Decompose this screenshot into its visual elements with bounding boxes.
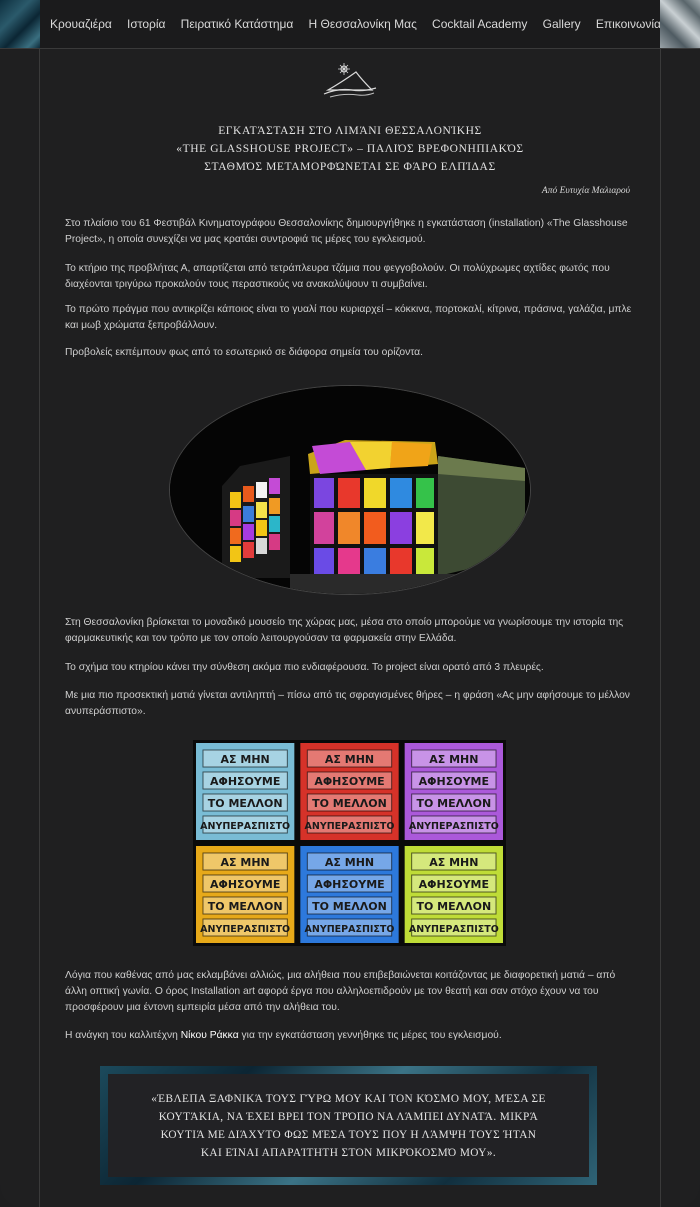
sign-text: ΤΟ ΜΕΛΛΟΝ	[416, 900, 491, 913]
sign-panel: ΑΣ ΜΗΝ ΑΦΗΣΟΥΜΕ ΤΟ ΜΕΛΛΟΝ ΑΝΥΠΕΡΑΣΠΙΣΤΟ	[196, 743, 295, 840]
nav-item-gallery[interactable]: Gallery	[543, 17, 581, 31]
ship-logo-icon	[323, 63, 377, 98]
nav-corner-decoration-right	[660, 0, 700, 48]
glasshouse-photo	[170, 386, 530, 594]
sign-text: ΑΣ ΜΗΝ	[325, 856, 374, 869]
artist-name-link[interactable]: Νίκου Ράκκα	[181, 1030, 239, 1041]
sign-panel: ΑΣ ΜΗΝ ΑΦΗΣΟΥΜΕ ΤΟ ΜΕΛΛΟΝ ΑΝΥΠΕΡΑΣΠΙΣΤΟ	[300, 846, 399, 943]
sign-text: ΑΣ ΜΗΝ	[429, 856, 478, 869]
title-line: «The Glasshouse Project» – Παλιός Βρεφον…	[176, 143, 524, 155]
paragraph: Λόγια που καθένας από μας εκλαμβάνει αλλ…	[65, 970, 616, 1013]
article-author: Από Ευτυχία Μαλιαρού	[541, 186, 630, 196]
top-navigation: Κρουαζιέρα Ιστορία Πειρατικό Κατάστημα Η…	[0, 0, 700, 49]
left-rail	[39, 48, 40, 1207]
paragraph: Στη Θεσσαλονίκη βρίσκεται το μοναδικό μο…	[65, 617, 624, 644]
sign-text: ΑΝΥΠΕΡΑΣΠΙΣΤΟ	[305, 924, 395, 935]
sign-panel: ΑΣ ΜΗΝ ΑΦΗΣΟΥΜΕ ΤΟ ΜΕΛΛΟΝ ΑΝΥΠΕΡΑΣΠΙΣΤΟ	[300, 743, 399, 840]
sign-text: ΑΣ ΜΗΝ	[325, 753, 374, 766]
paragraph: Το σχήμα του κτηρίου κάνει την σύνθεση α…	[65, 662, 544, 673]
quote-line: κουτιά με διάχυτο φως μέσα τους που η λά…	[160, 1128, 537, 1141]
nav-menu: Κρουαζιέρα Ιστορία Πειρατικό Κατάστημα Η…	[40, 0, 661, 48]
paragraph: Στο πλαίσιο του 61 Φεστιβάλ Κινηματογράφ…	[65, 218, 628, 245]
sign-text: ΑΝΥΠΕΡΑΣΠΙΣΤΟ	[200, 924, 290, 935]
artist-text-before: Η ανάγκη του καλλιτέχνη	[65, 1030, 181, 1041]
sign-text: ΑΝΥΠΕΡΑΣΠΙΣΤΟ	[409, 821, 499, 832]
quote-box: «Έβλεπα ξαφνικά τους γύρω μου και τον κό…	[100, 1066, 597, 1185]
artist-paragraph: Η ανάγκη του καλλιτέχνη Νίκου Ράκκα για …	[65, 1028, 640, 1044]
sign-text: ΑΦΗΣΟΥΜΕ	[419, 878, 489, 891]
paragraph: Το πρώτο πράγμα που αντικρίζει κάποιος ε…	[65, 304, 632, 331]
nav-item-our-thessaloniki[interactable]: Η Θεσσαλονίκη Μας	[309, 17, 417, 31]
quote-text: «Έβλεπα ξαφνικά τους γύρω μου και τον κό…	[108, 1074, 589, 1177]
sign-text: ΤΟ ΜΕΛΛΟΝ	[208, 900, 283, 913]
sign-text: ΤΟ ΜΕΛΛΟΝ	[312, 797, 387, 810]
sign-text: ΑΝΥΠΕΡΑΣΠΙΣΤΟ	[409, 924, 499, 935]
sign-text: ΤΟ ΜΕΛΛΟΝ	[312, 900, 387, 913]
title-line: Σταθμός μεταμορφώνεται σε φάρο ελπίδας	[204, 161, 496, 173]
nav-item-contact[interactable]: Επικοινωνία	[596, 17, 661, 31]
page-frame: Κρουαζιέρα Ιστορία Πειρατικό Κατάστημα Η…	[0, 0, 700, 1207]
sign-text: ΤΟ ΜΕΛΛΟΝ	[416, 797, 491, 810]
sign-text: ΑΝΥΠΕΡΑΣΠΙΣΤΟ	[305, 821, 395, 832]
signs-photo: ΑΣ ΜΗΝ ΑΦΗΣΟΥΜΕ ΤΟ ΜΕΛΛΟΝ ΑΝΥΠΕΡΑΣΠΙΣΤΟ ΑΣ Μ…	[193, 740, 506, 946]
sign-text: ΑΦΗΣΟΥΜΕ	[210, 878, 280, 891]
artist-text-after: για την εγκατάσταση γεννήθηκε τις μέρες …	[238, 1030, 502, 1041]
sign-panel: ΑΣ ΜΗΝ ΑΦΗΣΟΥΜΕ ΤΟ ΜΕΛΛΟΝ ΑΝΥΠΕΡΑΣΠΙΣΤΟ	[196, 846, 295, 943]
sign-text: ΑΝΥΠΕΡΑΣΠΙΣΤΟ	[200, 821, 290, 832]
nav-item-pirate-shop[interactable]: Πειρατικό Κατάστημα	[181, 17, 294, 31]
paragraph: Το κτήριο της προβλήτας Α, απαρτίζεται α…	[65, 263, 610, 290]
right-rail	[660, 48, 661, 1207]
sign-panel: ΑΣ ΜΗΝ ΑΦΗΣΟΥΜΕ ΤΟ ΜΕΛΛΟΝ ΑΝΥΠΕΡΑΣΠΙΣΤΟ	[404, 846, 503, 943]
sign-text: ΑΣ ΜΗΝ	[221, 856, 270, 869]
sign-text: ΑΦΗΣΟΥΜΕ	[314, 878, 384, 891]
paragraph: Με μια πιο προσεκτική ματιά γίνεται αντι…	[65, 690, 630, 717]
quote-line: και είναι απαραίτητη στον μικρόκοσμό μου…	[200, 1146, 497, 1159]
quote-line: κουτάκια, να έχει βρει τον τρόπο να λάμπ…	[158, 1110, 539, 1123]
sign-text: ΑΦΗΣΟΥΜΕ	[419, 775, 489, 788]
sign-text: ΑΦΗΣΟΥΜΕ	[314, 775, 384, 788]
title-line: Εγκατάσταση στο λιμάνι Θεσσαλονίκης	[218, 125, 482, 137]
sign-text: ΑΦΗΣΟΥΜΕ	[210, 775, 280, 788]
nav-item-history[interactable]: Ιστορία	[127, 17, 165, 31]
nav-item-cocktail-academy[interactable]: Cocktail Academy	[432, 17, 527, 31]
nav-item-cruise[interactable]: Κρουαζιέρα	[50, 17, 112, 31]
paragraph: Προβολείς εκπέμπουν φως από το εσωτερικό…	[65, 347, 423, 358]
sign-text: ΑΣ ΜΗΝ	[221, 753, 270, 766]
article-title: Εγκατάσταση στο λιμάνι Θεσσαλονίκης «The…	[40, 122, 660, 176]
nav-corner-decoration-left	[0, 0, 40, 48]
sign-text: ΑΣ ΜΗΝ	[429, 753, 478, 766]
main-window-grid	[314, 478, 434, 578]
sign-panel: ΑΣ ΜΗΝ ΑΦΗΣΟΥΜΕ ΤΟ ΜΕΛΛΟΝ ΑΝΥΠΕΡΑΣΠΙΣΤΟ	[404, 743, 503, 840]
quote-line: «Έβλεπα ξαφνικά τους γύρω μου και τον κό…	[151, 1092, 546, 1105]
sign-text: ΤΟ ΜΕΛΛΟΝ	[208, 797, 283, 810]
